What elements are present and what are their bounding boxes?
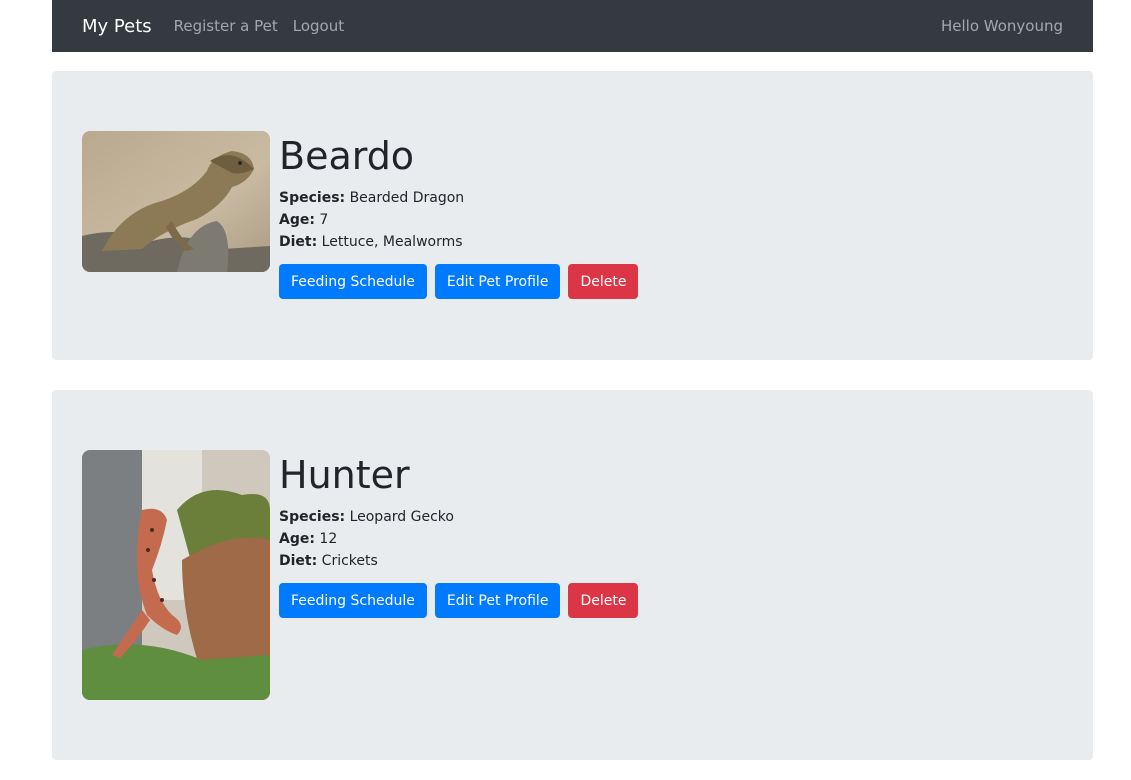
feeding-schedule-button[interactable]: Feeding Schedule xyxy=(279,583,427,618)
pet-age: Age: 12 xyxy=(279,528,638,550)
pet-name: Hunter xyxy=(279,453,410,497)
pet-species: Species: Bearded Dragon xyxy=(279,187,638,209)
diet-value: Crickets xyxy=(321,553,378,569)
pet-actions: Feeding Schedule Edit Pet Profile Delete xyxy=(279,264,639,299)
pet-info: Hunter Species: Leopard Gecko Age: 12 Di… xyxy=(279,450,639,618)
pet-diet: Diet: Crickets xyxy=(279,550,638,572)
diet-value: Lettuce, Mealworms xyxy=(321,234,463,250)
pet-card: Beardo Species: Bearded Dragon Age: 7 Di… xyxy=(52,71,1093,360)
species-label: Species: xyxy=(279,509,346,525)
species-value: Bearded Dragon xyxy=(349,190,465,206)
user-greeting: Hello Wonyoung xyxy=(940,17,1063,35)
pet-name: Beardo xyxy=(279,134,415,178)
delete-button[interactable]: Delete xyxy=(568,264,639,299)
pet-photo xyxy=(82,450,270,700)
delete-button[interactable]: Delete xyxy=(568,583,639,618)
species-value: Leopard Gecko xyxy=(349,509,454,525)
diet-label: Diet: xyxy=(279,553,318,569)
species-label: Species: xyxy=(279,190,346,206)
leopard-gecko-photo xyxy=(82,450,270,700)
diet-label: Diet: xyxy=(279,234,318,250)
pet-info: Beardo Species: Bearded Dragon Age: 7 Di… xyxy=(279,131,639,299)
feeding-schedule-button[interactable]: Feeding Schedule xyxy=(279,264,427,299)
pet-species: Species: Leopard Gecko xyxy=(279,506,638,528)
age-value: 12 xyxy=(319,531,338,547)
age-label: Age: xyxy=(279,531,315,547)
pet-diet: Diet: Lettuce, Mealworms xyxy=(279,231,638,253)
pet-card: Hunter Species: Leopard Gecko Age: 12 Di… xyxy=(52,390,1093,760)
pet-photo xyxy=(82,131,270,272)
pet-age: Age: 7 xyxy=(279,209,638,231)
edit-pet-profile-button[interactable]: Edit Pet Profile xyxy=(434,583,561,618)
bearded-dragon-photo xyxy=(82,131,270,272)
register-pet-link[interactable]: Register a Pet xyxy=(174,17,278,35)
pet-actions: Feeding Schedule Edit Pet Profile Delete xyxy=(279,583,639,618)
age-value: 7 xyxy=(319,212,329,228)
age-label: Age: xyxy=(279,212,315,228)
edit-pet-profile-button[interactable]: Edit Pet Profile xyxy=(434,264,561,299)
brand-link[interactable]: My Pets xyxy=(82,16,152,37)
logout-link[interactable]: Logout xyxy=(293,17,344,35)
top-navbar: My Pets Register a Pet Logout Hello Wony… xyxy=(52,0,1093,52)
